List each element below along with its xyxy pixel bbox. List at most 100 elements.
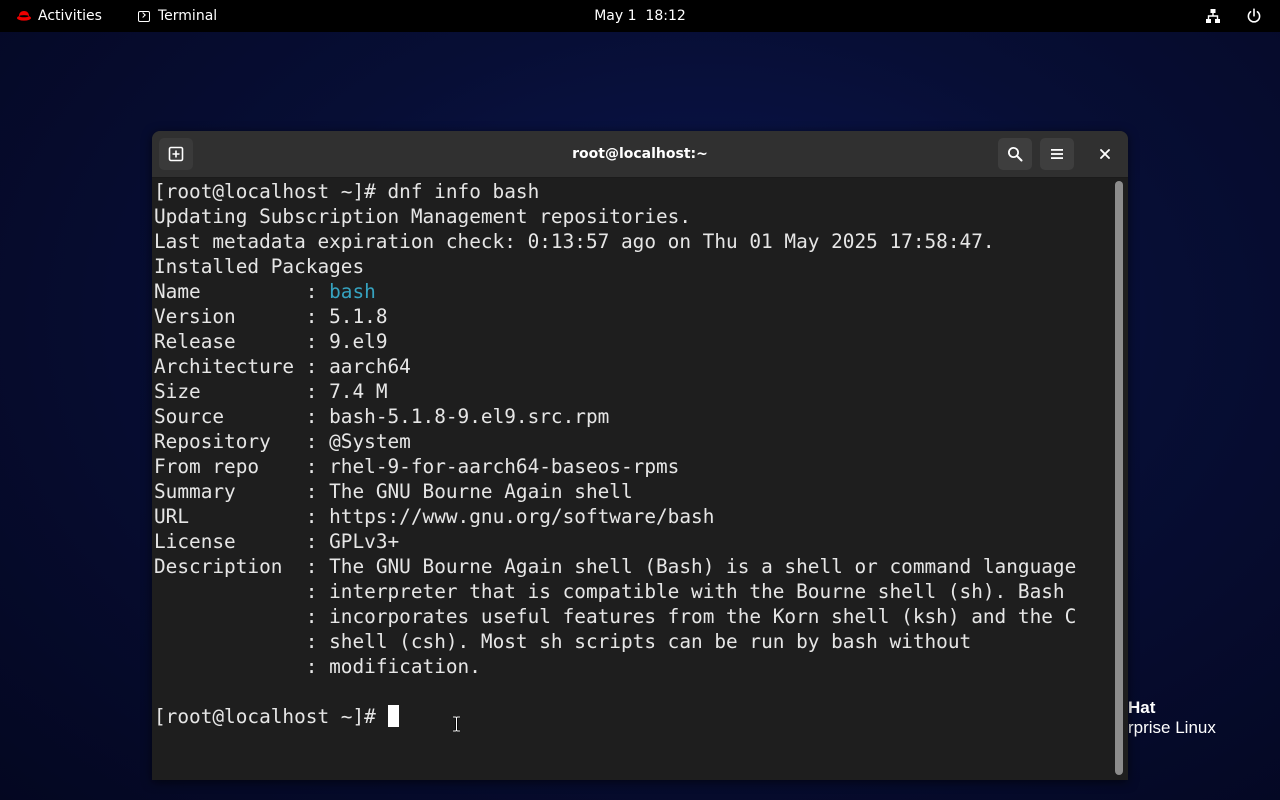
terminal-line: [root@localhost ~]# dnf info bash [154, 180, 540, 203]
terminal-scrollbar[interactable] [1115, 181, 1123, 775]
new-tab-button[interactable] [159, 138, 193, 170]
header-bar[interactable]: root@localhost:~ [152, 131, 1128, 178]
package-info-row: : interpreter that is compatible with th… [154, 579, 1114, 604]
info-separator: : [305, 330, 330, 353]
package-info-row: : shell (csh). Most sh scripts can be ru… [154, 629, 1114, 654]
info-value: incorporates useful features from the Ko… [329, 605, 1077, 628]
package-info-row: Architecture : aarch64 [154, 354, 1114, 379]
info-separator: : [305, 655, 330, 678]
new-tab-icon [168, 146, 184, 162]
info-key: Name [154, 280, 306, 303]
info-value: 5.1.8 [329, 305, 388, 328]
info-value: bash [329, 280, 376, 303]
info-value: GPLv3+ [329, 530, 400, 553]
package-info-row: Summary : The GNU Bourne Again shell [154, 479, 1114, 504]
network-status[interactable] [1205, 0, 1221, 32]
terminal-icon [138, 10, 150, 22]
info-key [154, 630, 306, 653]
activities-label: Activities [38, 8, 102, 24]
info-value: interpreter that is compatible with the … [329, 580, 1065, 603]
package-info-row: URL : https://www.gnu.org/software/bash [154, 504, 1114, 529]
info-separator: : [305, 455, 330, 478]
clock[interactable]: May 1 18:12 [594, 8, 686, 24]
info-value: aarch64 [329, 355, 411, 378]
window-title: root@localhost:~ [572, 146, 708, 162]
main-menu-button[interactable] [1040, 138, 1074, 170]
info-key: URL [154, 505, 306, 528]
info-value: 9.el9 [329, 330, 388, 353]
info-key: Summary [154, 480, 306, 503]
info-separator: : [305, 630, 330, 653]
package-info-row: License : GPLv3+ [154, 529, 1114, 554]
hamburger-menu-icon [1051, 149, 1063, 159]
close-icon [1100, 149, 1110, 159]
package-info-row: From repo : rhel-9-for-aarch64-baseos-rp… [154, 454, 1114, 479]
info-value: bash-5.1.8-9.el9.src.rpm [329, 405, 610, 428]
system-menu[interactable] [1246, 0, 1262, 32]
search-icon [1008, 147, 1023, 162]
info-key: Source [154, 405, 306, 428]
prompt-line[interactable]: [root@localhost ~]# [154, 704, 1114, 729]
close-button[interactable] [1088, 138, 1122, 170]
app-menu-terminal[interactable]: Terminal [138, 0, 217, 32]
terminal-output[interactable]: [root@localhost ~]# dnf info bash Updatin… [152, 178, 1114, 780]
package-info-row: : modification. [154, 654, 1114, 679]
info-separator: : [305, 580, 330, 603]
terminal-line: Last metadata expiration check: 0:13:57 … [154, 230, 995, 253]
text-cursor-icon [453, 716, 460, 732]
info-key [154, 605, 306, 628]
branding-line-1: Hat [1128, 698, 1156, 717]
app-menu-label: Terminal [158, 8, 218, 24]
package-info-row: Version : 5.1.8 [154, 304, 1114, 329]
package-info-row: Name : bash [154, 279, 1114, 304]
package-info-row: : incorporates useful features from the … [154, 604, 1114, 629]
package-info-row: Description : The GNU Bourne Again shell… [154, 554, 1114, 579]
info-value: shell (csh). Most sh scripts can be run … [329, 630, 972, 653]
package-info-row: Release : 9.el9 [154, 329, 1114, 354]
redhat-logo-icon [17, 11, 31, 21]
info-separator: : [305, 605, 330, 628]
info-separator: : [305, 555, 330, 578]
info-separator: : [305, 505, 330, 528]
desktop-branding: Hat rprise Linux [1128, 698, 1216, 738]
info-key: From repo [154, 455, 306, 478]
power-icon [1247, 8, 1261, 23]
info-key: License [154, 530, 306, 553]
info-separator: : [305, 405, 330, 428]
info-value: 7.4 M [329, 380, 388, 403]
terminal-line: Updating Subscription Management reposit… [154, 205, 692, 228]
info-key: Release [154, 330, 306, 353]
info-separator: : [305, 480, 330, 503]
info-key: Description [154, 555, 306, 578]
info-value: The GNU Bourne Again shell (Bash) is a s… [329, 555, 1077, 578]
search-button[interactable] [998, 138, 1032, 170]
activities-button[interactable]: Activities [17, 0, 102, 32]
info-separator: : [305, 305, 330, 328]
shell-prompt: [root@localhost ~]# [154, 705, 388, 728]
info-separator: : [305, 280, 330, 303]
info-value: The GNU Bourne Again shell [329, 480, 633, 503]
terminal-cursor [388, 705, 400, 727]
terminal-line: Installed Packages [154, 255, 365, 278]
info-separator: : [305, 530, 330, 553]
info-key: Size [154, 380, 306, 403]
package-info-row: Repository : @System [154, 429, 1114, 454]
info-key [154, 580, 306, 603]
package-info-row: Source : bash-5.1.8-9.el9.src.rpm [154, 404, 1114, 429]
branding-line-2: rprise Linux [1128, 718, 1216, 737]
info-value: rhel-9-for-aarch64-baseos-rpms [329, 455, 680, 478]
info-key [154, 655, 306, 678]
info-key: Version [154, 305, 306, 328]
info-value: modification. [329, 655, 481, 678]
info-value: @System [329, 430, 411, 453]
info-value: https://www.gnu.org/software/bash [329, 505, 715, 528]
info-separator: : [305, 380, 330, 403]
top-bar: Activities Terminal May 1 18:12 [0, 0, 1280, 32]
info-key: Architecture [154, 355, 306, 378]
terminal-window: root@localhost:~ [root@localhost ~]# dnf… [152, 131, 1128, 780]
package-info-row: Size : 7.4 M [154, 379, 1114, 404]
network-wired-icon [1206, 9, 1220, 23]
info-separator: : [305, 355, 330, 378]
info-key: Repository [154, 430, 306, 453]
